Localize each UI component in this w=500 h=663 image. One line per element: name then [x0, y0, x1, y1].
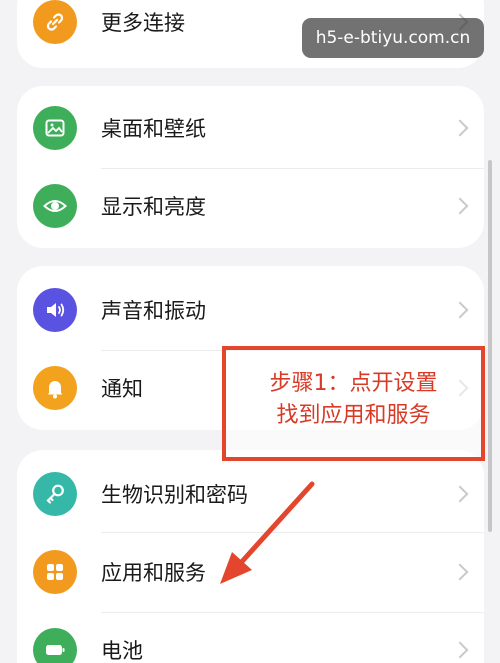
settings-item-label: 通知 — [101, 377, 143, 401]
bell-icon — [33, 366, 77, 410]
chevron-right-icon — [451, 119, 469, 137]
settings-item-label: 显示和亮度 — [101, 195, 206, 219]
chevron-right-icon — [451, 641, 469, 659]
callout-line-2: 找到应用和服务 — [276, 403, 431, 428]
chevron-right-icon — [451, 485, 469, 503]
settings-item-battery[interactable]: 电池 — [17, 610, 484, 663]
settings-item-label: 桌面和壁纸 — [101, 117, 206, 141]
annotation-callout: 步骤1：点开设置 找到应用和服务 — [222, 346, 485, 461]
settings-card-display: 桌面和壁纸 显示和亮度 — [17, 86, 484, 248]
settings-item-label: 更多连接 — [101, 11, 185, 35]
scrollbar[interactable] — [488, 160, 492, 532]
settings-item-label: 生物识别和密码 — [101, 483, 248, 507]
settings-item-label: 电池 — [101, 639, 143, 663]
settings-item-apps-services[interactable]: 应用和服务 — [17, 532, 484, 612]
speaker-icon — [33, 288, 77, 332]
watermark: h5-e-btiyu.com.cn — [302, 18, 484, 58]
settings-item-display-brightness[interactable]: 显示和亮度 — [17, 166, 484, 246]
callout-line-1: 步骤1：点开设置 — [269, 371, 438, 396]
settings-item-label: 应用和服务 — [101, 561, 206, 585]
chevron-right-icon — [451, 563, 469, 581]
eye-icon — [33, 184, 77, 228]
battery-icon — [33, 628, 77, 663]
settings-item-label: 声音和振动 — [101, 299, 206, 323]
chevron-right-icon — [451, 197, 469, 215]
settings-item-sound-vibration[interactable]: 声音和振动 — [17, 270, 484, 350]
image-icon — [33, 106, 77, 150]
link-icon — [33, 0, 77, 44]
settings-card-security: 生物识别和密码 应用和服务 电池 — [17, 450, 484, 663]
key-icon — [33, 472, 77, 516]
settings-item-desktop-wallpaper[interactable]: 桌面和壁纸 — [17, 88, 484, 168]
chevron-right-icon — [451, 301, 469, 319]
settings-item-biometrics-password[interactable]: 生物识别和密码 — [17, 454, 484, 534]
apps-grid-icon — [33, 550, 77, 594]
